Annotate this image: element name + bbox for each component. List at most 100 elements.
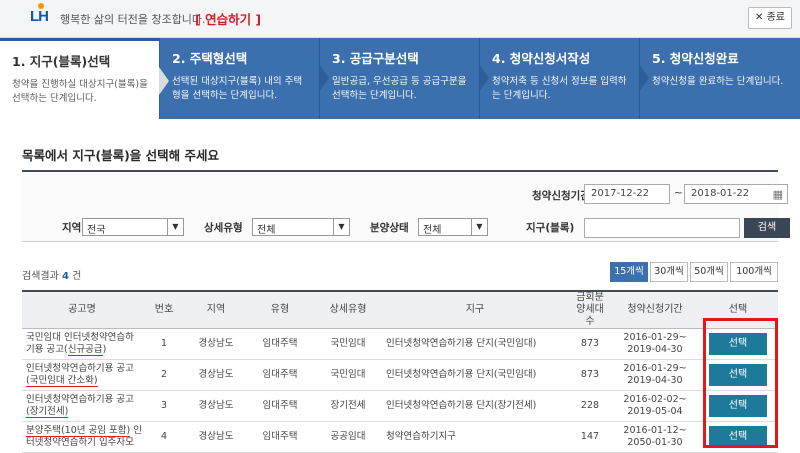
- calendar-icon[interactable]: ▦: [773, 188, 783, 201]
- date-to-input[interactable]: 2018-01-22 ▦: [684, 184, 788, 204]
- region-value: 전국: [87, 225, 106, 236]
- page-size-15[interactable]: 15개씩: [610, 262, 648, 282]
- filter-panel: 청약신청기간 2017-12-22 ~ 2018-01-22 ▦ 지역 전국 ▼…: [22, 170, 790, 242]
- step-desc: 청약신청을 완료하는 단계입니다.: [652, 76, 784, 87]
- period-start: 2016-01-29~: [623, 363, 687, 374]
- chevron-down-icon: ▼: [333, 219, 349, 235]
- row-action: 선택: [698, 390, 778, 422]
- title-underline: (장기전세): [26, 406, 69, 418]
- chevron-down-icon: ▼: [471, 219, 487, 235]
- search-button[interactable]: 검색: [744, 218, 790, 238]
- col-header: 청약신청기간: [612, 290, 698, 329]
- row-period: 2016-02-02~ 2019-05-04: [612, 390, 698, 422]
- logo-dot-icon: [38, 3, 44, 9]
- result-number: 4: [62, 271, 69, 282]
- row-units: 228: [568, 390, 612, 422]
- step-arrow-icon: [159, 67, 169, 95]
- row-period: 2016-01-29~ 2019-04-30: [612, 359, 698, 391]
- row-no: 3: [142, 390, 186, 422]
- row-region: 경상남도: [186, 359, 246, 391]
- step-5: 5. 청약신청완료 청약신청을 완료하는 단계입니다.: [640, 38, 800, 119]
- sale-status-select[interactable]: 전체 ▼: [418, 218, 488, 236]
- region-label: 지역: [62, 222, 82, 234]
- notice-table: 공고명 번호 지역 유형 상세유형 지구 금회분양세대수 청약신청기간 선택 국…: [22, 290, 778, 453]
- row-block: 인터넷청약연습하기용 단지(국민임대): [382, 359, 568, 391]
- step-4: 4. 청약신청서작성 청약저축 등 신청서 정보를 입력하는 단계입니다.: [480, 38, 649, 119]
- sale-status-label: 분양상태: [370, 222, 409, 234]
- select-button[interactable]: 선택: [709, 395, 767, 417]
- row-no: 4: [142, 421, 186, 453]
- step-arrow-icon: [639, 64, 649, 92]
- col-header: 선택: [698, 290, 778, 329]
- table-row: 분양주택(10년 공임 포함) 인터넷청약연습하기 입주자모 4 경상남도 임대…: [22, 421, 778, 453]
- page-size-30[interactable]: 30개씩: [650, 262, 688, 282]
- step-desc: 청약저축 등 신청서 정보를 입력하는 단계입니다.: [492, 76, 627, 101]
- title-text: ): [102, 344, 107, 355]
- table-header-row: 공고명 번호 지역 유형 상세유형 지구 금회분양세대수 청약신청기간 선택: [22, 290, 778, 329]
- row-units: 873: [568, 328, 612, 360]
- block-label: 지구(블록): [526, 222, 575, 234]
- row-block: 인터넷청약연습하기용 단지(국민임대): [382, 328, 568, 360]
- row-units: 147: [568, 421, 612, 453]
- detail-type-select[interactable]: 전체 ▼: [252, 218, 350, 236]
- result-suffix: 건: [72, 271, 82, 282]
- date-from-input[interactable]: 2017-12-22: [584, 184, 670, 204]
- notice-title[interactable]: 분양주택(10년 공임 포함) 인터넷청약연습하기 입주자모: [22, 421, 142, 453]
- step-navigation: 1. 지구(블록)선택 청약을 진행하실 대상지구(블록)을 선택하는 단계입니…: [0, 38, 800, 119]
- step-1: 1. 지구(블록)선택 청약을 진행하실 대상지구(블록)을 선택하는 단계입니…: [0, 38, 169, 119]
- col-header: 지구: [382, 290, 568, 329]
- close-button[interactable]: ✕ 종료: [748, 7, 792, 29]
- page-size-100[interactable]: 100개씩: [730, 262, 778, 282]
- page-title: 목록에서 지구(블록)을 선택해 주세요: [22, 148, 219, 163]
- step-title: 5. 청약신청완료: [652, 51, 739, 66]
- table-row: 인터넷청약연습하기용 공고 (장기전세) 3 경상남도 임대주택 장기전세 인터넷…: [22, 390, 778, 422]
- col-header: 공고명: [22, 290, 142, 329]
- page-size-50[interactable]: 50개씩: [690, 262, 728, 282]
- row-block: 인터넷청약연습하기용 단지(장기전세): [382, 390, 568, 422]
- region-select[interactable]: 전국 ▼: [82, 218, 184, 236]
- row-detail: 국민임대: [314, 328, 382, 360]
- row-action: 선택: [698, 421, 778, 453]
- select-button[interactable]: 선택: [709, 426, 767, 448]
- practice-badge: [ 연습하기 ]: [195, 12, 262, 27]
- result-count: 검색결과 4 건: [22, 267, 81, 282]
- date-separator: ~: [674, 187, 683, 199]
- title-text: 인터넷청약연습하기용 공고: [26, 363, 134, 374]
- step-desc: 청약을 진행하실 대상지구(블록)을 선택하는 단계입니다.: [12, 79, 148, 104]
- col-header: 금회분양세대수: [568, 290, 612, 329]
- step-title: 2. 주택형선택: [172, 51, 248, 66]
- row-detail: 공공임대: [314, 421, 382, 453]
- step-arrow-icon: [319, 64, 329, 92]
- row-period: 2016-01-12~ 2050-01-30: [612, 421, 698, 453]
- row-detail: 국민임대: [314, 359, 382, 391]
- col-header: 지역: [186, 290, 246, 329]
- row-type: 임대주택: [246, 421, 314, 453]
- notice-title[interactable]: 국민임대 인터넷청약연습하기용 공고(신규공급): [22, 328, 142, 360]
- step-arrow-icon: [479, 64, 489, 92]
- slogan: 행복한 삶의 터전을 창조합니다.: [60, 13, 206, 26]
- period-end: 2019-05-04: [627, 406, 683, 417]
- row-no: 1: [142, 328, 186, 360]
- period-label: 청약신청기간: [532, 190, 590, 202]
- row-type: 임대주택: [246, 359, 314, 391]
- notice-title[interactable]: 인터넷청약연습하기용 공고 (장기전세): [22, 390, 142, 422]
- select-button[interactable]: 선택: [709, 333, 767, 355]
- row-type: 임대주택: [246, 328, 314, 360]
- title-underline: 분양주택(10년 공임 포함): [26, 425, 131, 437]
- step-2: 2. 주택형선택 선택된 대상지구(블록) 내의 주택형을 선택하는 단계입니다…: [160, 38, 329, 119]
- step-desc: 일반공급, 우선공급 등 공급구분을 선택하는 단계입니다.: [332, 76, 467, 101]
- date-to-value: 2018-01-22: [691, 188, 750, 199]
- step-title: 4. 청약신청서작성: [492, 51, 591, 66]
- step-title: 1. 지구(블록)선택: [12, 54, 111, 69]
- block-input[interactable]: [584, 218, 740, 238]
- result-prefix: 검색결과: [22, 271, 59, 282]
- select-button[interactable]: 선택: [709, 364, 767, 386]
- row-action: 선택: [698, 359, 778, 391]
- chevron-down-icon: ▼: [167, 219, 183, 235]
- notice-title[interactable]: 인터넷청약연습하기용 공고 (국민임대 간소화): [22, 359, 142, 391]
- period-start: 2016-02-02~: [623, 394, 687, 405]
- row-action: 선택: [698, 328, 778, 360]
- period-start: 2016-01-12~: [623, 425, 687, 436]
- step-desc: 선택된 대상지구(블록) 내의 주택형을 선택하는 단계입니다.: [172, 76, 303, 101]
- row-region: 경상남도: [186, 328, 246, 360]
